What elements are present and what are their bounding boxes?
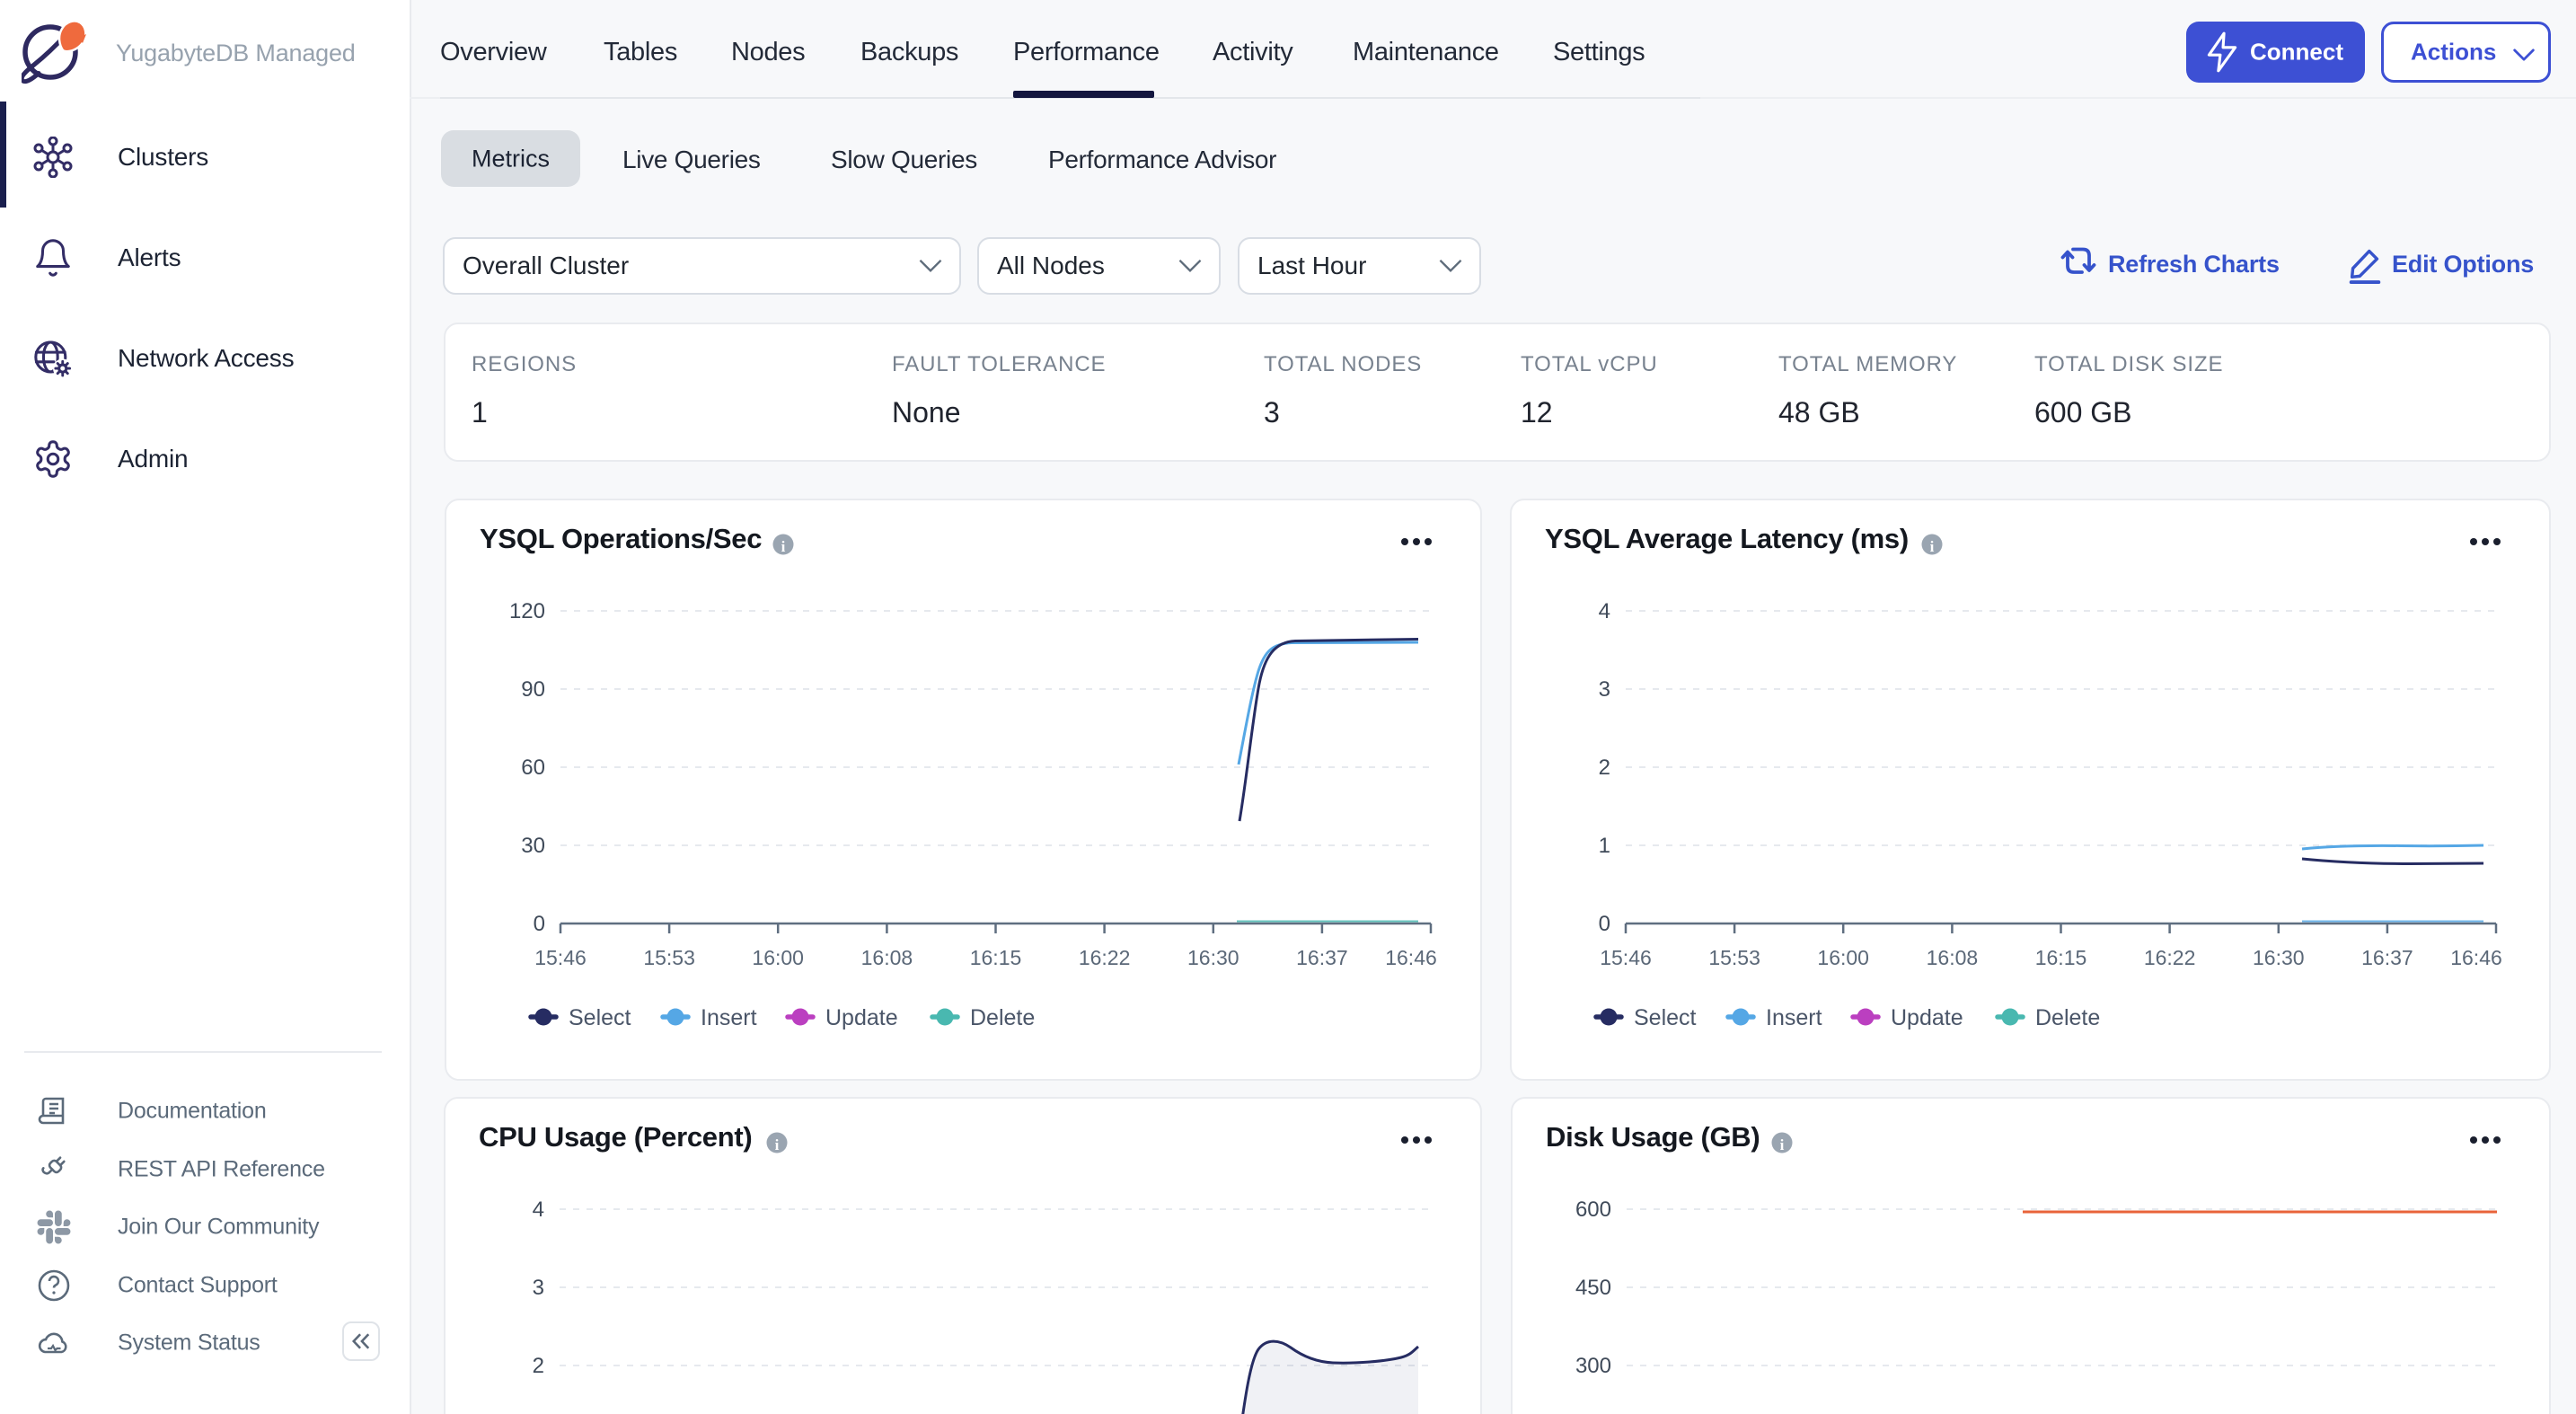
svg-text:600: 600 xyxy=(1575,1197,1611,1222)
svg-text:15:46: 15:46 xyxy=(534,946,587,969)
svg-text:i: i xyxy=(781,538,786,555)
svg-text:60: 60 xyxy=(521,756,545,780)
svg-text:30: 30 xyxy=(521,834,545,858)
svg-text:15:46: 15:46 xyxy=(1600,946,1652,969)
svg-text:3: 3 xyxy=(533,1276,544,1300)
svg-text:4: 4 xyxy=(533,1197,544,1222)
svg-text:16:46: 16:46 xyxy=(2450,946,2502,969)
svg-text:4: 4 xyxy=(1599,599,1610,623)
svg-text:16:15: 16:15 xyxy=(2035,946,2087,969)
svg-text:2: 2 xyxy=(533,1354,544,1378)
svg-text:16:15: 16:15 xyxy=(970,946,1022,969)
svg-text:16:00: 16:00 xyxy=(752,946,804,969)
svg-text:90: 90 xyxy=(521,677,545,702)
svg-text:2: 2 xyxy=(1599,756,1610,780)
svg-text:Delete: Delete xyxy=(2035,1005,2100,1030)
svg-text:i: i xyxy=(1780,1136,1785,1153)
svg-text:16:08: 16:08 xyxy=(1927,946,1979,969)
svg-text:Select: Select xyxy=(1634,1005,1697,1030)
svg-text:450: 450 xyxy=(1575,1276,1611,1300)
svg-text:16:22: 16:22 xyxy=(2144,946,2196,969)
svg-text:i: i xyxy=(1930,538,1935,555)
svg-text:Insert: Insert xyxy=(1766,1005,1822,1030)
svg-text:16:22: 16:22 xyxy=(1079,946,1131,969)
svg-text:0: 0 xyxy=(1599,912,1610,936)
svg-text:Update: Update xyxy=(1891,1005,1963,1030)
svg-text:Insert: Insert xyxy=(701,1005,757,1030)
svg-text:Delete: Delete xyxy=(970,1005,1035,1030)
svg-text:Select: Select xyxy=(569,1005,631,1030)
svg-text:16:30: 16:30 xyxy=(1187,946,1239,969)
svg-text:16:37: 16:37 xyxy=(1296,946,1348,969)
svg-text:16:30: 16:30 xyxy=(2253,946,2305,969)
svg-text:3: 3 xyxy=(1599,677,1610,702)
svg-text:i: i xyxy=(775,1136,780,1153)
svg-text:0: 0 xyxy=(534,912,545,936)
svg-text:16:46: 16:46 xyxy=(1385,946,1437,969)
svg-text:15:53: 15:53 xyxy=(1708,946,1760,969)
svg-text:16:37: 16:37 xyxy=(2361,946,2413,969)
svg-text:1: 1 xyxy=(1599,834,1610,858)
svg-text:Update: Update xyxy=(825,1005,898,1030)
svg-text:15:53: 15:53 xyxy=(643,946,695,969)
svg-text:120: 120 xyxy=(509,599,545,623)
svg-text:300: 300 xyxy=(1575,1354,1611,1378)
svg-text:16:00: 16:00 xyxy=(1817,946,1869,969)
svg-text:16:08: 16:08 xyxy=(861,946,913,969)
